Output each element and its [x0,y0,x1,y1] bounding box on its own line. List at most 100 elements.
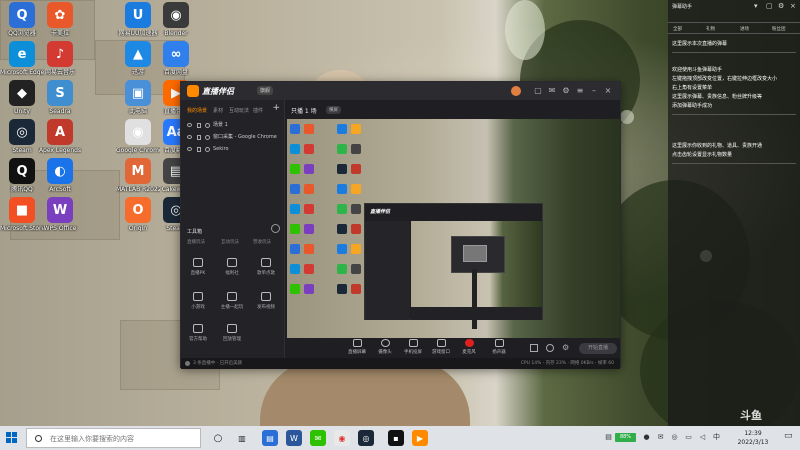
search-input[interactable] [50,432,198,445]
preview-app-icon [351,224,361,234]
tool-label: 主播一起玩 [220,305,244,310]
add-scene-icon[interactable]: + [272,103,280,113]
wechat-taskbar-icon[interactable]: ✉ [310,430,326,446]
battery-indicator[interactable]: 88% [615,433,636,442]
scene-source-panel: 我的场景 素材 互动玩法 插件 + 场景 1 窗口采集 - Google Chr… [181,100,285,358]
eye-icon[interactable] [187,123,192,127]
orientation-badge[interactable]: 横屏 [326,106,341,114]
nested-preview-window [463,245,487,262]
tool-publish-video[interactable]: 发布视频 [251,292,281,310]
volume-icon[interactable]: ◁ [698,433,707,442]
toolbox-refresh-icon[interactable] [271,224,280,233]
network-icon[interactable]: ▭ [684,433,693,442]
sky-patch [620,110,634,124]
preview-app-icon [290,144,300,154]
desktop-icon[interactable]: W WPS Office [38,197,82,232]
preview-app-icon [351,124,361,134]
desktop-icon[interactable]: ♪ 网易云音乐 [38,41,82,76]
chrome-taskbar-icon[interactable]: ◉ [334,430,350,446]
preview-app-icon [351,204,361,214]
explorer-taskbar-icon[interactable]: ▤ [262,430,278,446]
tool-welfare[interactable]: 福利社 [217,258,247,276]
preview-app-icon [290,164,300,174]
menu-icon[interactable]: ≡ [575,86,585,96]
camera-button[interactable]: 摄像头 [373,339,397,355]
taskbar-clock[interactable]: 12:39 2022/3/13 [728,429,778,447]
tool-help[interactable]: 官方帮助 [183,324,213,342]
mail-icon[interactable]: ✉ [547,86,557,96]
tool-replay[interactable]: 回放管理 [217,324,247,342]
scene-item[interactable]: 窗口采集 - Google Chrome [185,132,280,143]
gear-icon[interactable]: ⚙ [562,343,569,352]
tab-entries[interactable]: 进场 [740,26,749,32]
tab-fan-club[interactable]: 粉丝团 [772,26,786,32]
eye-icon[interactable] [187,147,192,151]
steam-tray-icon[interactable]: ◎ [670,433,679,442]
filter-icon[interactable]: ▾ [754,2,758,10]
mirror-icon[interactable] [546,344,554,352]
tab-interactive[interactable]: 互动玩法 [229,107,249,114]
desktop-icon[interactable]: ∞ 百度网盘 [154,41,198,76]
wechat-tray-icon[interactable]: ✉ [656,433,665,442]
windows-start-button[interactable] [6,432,18,444]
mic-stand [472,269,477,329]
button-label: 手机投屏 [404,350,422,355]
eye-icon[interactable] [187,135,192,139]
desktop-icon[interactable]: ✿ 卡美拉 [38,2,82,37]
phone-cast-button[interactable]: 手机投屏 [401,339,425,355]
notification-icon[interactable]: ▭ [784,431,793,441]
search-icon [35,435,42,442]
gamepad-icon [193,292,203,301]
tab-gifts[interactable]: 礼物 [706,26,715,32]
start-live-button[interactable]: 开始直播 [579,343,617,354]
screen-capture-button[interactable]: 直播屏幕 [345,339,369,355]
word-taskbar-icon[interactable]: W [286,430,302,446]
close-icon[interactable]: × [790,2,796,10]
cpu-indicator-icon[interactable]: ▤ [604,433,613,442]
tool-section-label: 直播玩法 [187,240,205,245]
preview-app-icon [304,264,314,274]
live-companion-taskbar-icon[interactable]: ▶ [412,430,428,446]
tab-plugins[interactable]: 插件 [253,107,263,114]
tool-mini-games[interactable]: 小游戏 [183,292,213,310]
cortana-icon[interactable]: ○ [210,430,226,446]
microphone-tray-icon[interactable]: ● [642,433,651,442]
speaker-button[interactable]: 扬声器 [487,339,511,355]
settings-icon[interactable]: ⚙ [778,2,784,10]
monitor-icon [352,339,362,347]
desktop-icon[interactable]: ◐ ArcSoft [38,158,82,193]
steam-taskbar-icon[interactable]: ◎ [358,430,374,446]
lock-icon[interactable] [197,147,201,152]
live-preview[interactable]: 直播伴侣 [287,119,620,338]
preview-app-icon [290,204,300,214]
tool-play-together[interactable]: 主播一起玩 [217,292,247,310]
message-icon[interactable]: ▢ [533,86,543,96]
tool-song-request[interactable]: 歌单点歌 [251,258,281,276]
ime-icon[interactable]: 中 [712,433,721,442]
tab-my-scenes[interactable]: 我的场景 [187,107,207,114]
tab-all[interactable]: 全部 [673,26,682,32]
tab-materials[interactable]: 素材 [213,107,223,114]
record-icon[interactable] [530,344,538,352]
source-toolbar: 直播屏幕 摄像头 手机投屏 游戏窗口 麦克风 扬声器 ⚙ 开始直播 [287,338,620,358]
lock-icon[interactable] [197,123,201,128]
settings-icon[interactable]: ⚙ [561,86,571,96]
minimize-icon[interactable]: – [589,86,599,96]
scene-item[interactable]: Sekiro [185,144,280,155]
user-avatar[interactable] [511,86,521,96]
tool-pk[interactable]: 直播PK [183,258,213,276]
lock-icon[interactable] [197,135,201,140]
desktop-icon[interactable]: S Seadra [38,80,82,115]
microphone-button[interactable]: 麦克风 [457,339,481,355]
desktop-icon[interactable]: ◉ Blender [154,2,198,37]
preview-app-icon [290,244,300,254]
task-view-icon[interactable]: ▥ [234,430,250,446]
preview-app-icon [290,284,300,294]
lock-icon[interactable]: ▢ [766,2,773,10]
scene-item[interactable]: 场景 1 [185,120,280,131]
taskbar-search[interactable] [26,428,201,448]
game-window-button[interactable]: 游戏窗口 [429,339,453,355]
desktop-icon[interactable]: A Apex Legends [38,119,82,154]
close-icon[interactable]: × [603,86,613,96]
terminal-taskbar-icon[interactable]: ▪ [388,430,404,446]
